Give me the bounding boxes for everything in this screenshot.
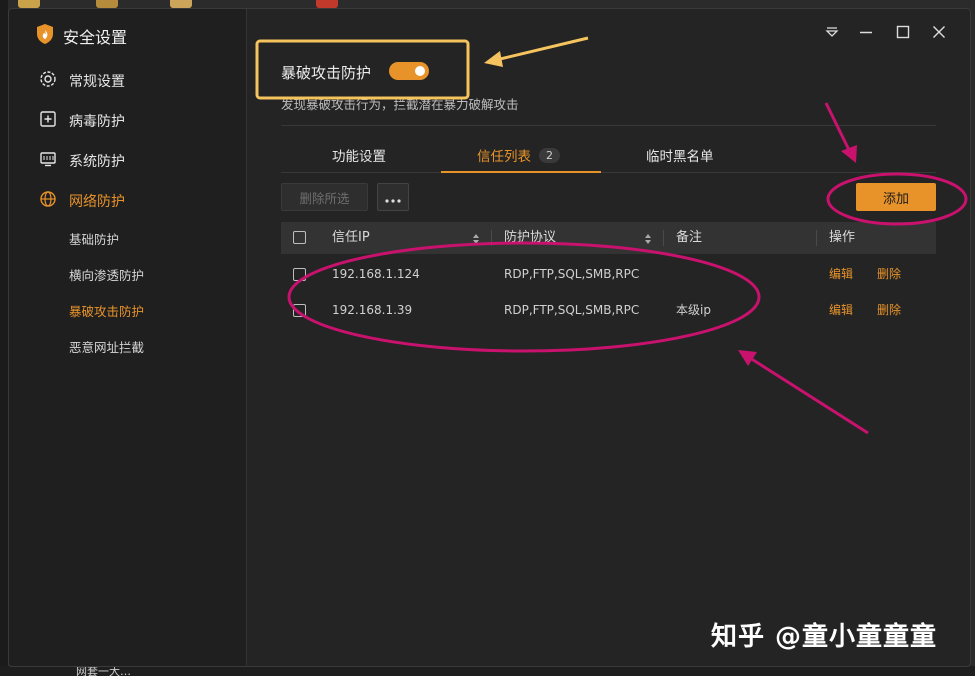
sidebar-subitem-basic[interactable]: 基础防护 [69,229,119,248]
column-header-note: 备注 [676,230,703,245]
sidebar-item-label: 系统防护 [69,154,125,170]
more-options-button[interactable] [377,183,409,211]
brand: 安全设置 [35,23,127,49]
column-separator [663,230,664,246]
desktop-icon-thumb [96,0,118,8]
sidebar-item-network[interactable]: 网络防护 [39,190,125,212]
column-separator [816,230,817,246]
close-icon[interactable] [930,23,948,41]
sort-icon[interactable] [644,231,652,245]
ellipsis-icon [385,188,401,207]
edit-link[interactable]: 编辑 [829,292,853,328]
column-header-protocol: 防护协议 [504,230,557,245]
sidebar-item-general[interactable]: 常规设置 [39,70,125,92]
sidebar-item-virus[interactable]: 病毒防护 [39,110,125,132]
cell-protocols: RDP,FTP,SQL,SMB,RPC [504,303,640,317]
section-divider [281,125,936,126]
tab-temp-blacklist[interactable]: 临时黑名单 [646,145,714,165]
delete-selected-button[interactable]: 删除所选 [281,183,368,211]
toggle-knob [415,66,425,76]
sidebar: 安全设置 常规设置 病毒防护 系统防护 网络防护 基础防护 横向渗透防护 暴破攻… [9,9,247,666]
security-settings-window: 安全设置 常规设置 病毒防护 系统防护 网络防护 基础防护 横向渗透防护 暴破攻… [8,8,971,667]
cell-protocols: RDP,FTP,SQL,SMB,RPC [504,267,640,281]
select-all-checkbox[interactable] [293,231,306,244]
cell-ip: 192.168.1.124 [332,267,420,281]
watermark: 知乎 @童小童童童 [711,622,938,652]
plus-square-icon [39,110,57,132]
system-monitor-icon [39,150,57,172]
add-button[interactable]: 添加 [856,183,936,211]
table-row: 192.168.1.39 RDP,FTP,SQL,SMB,RPC 本级ip 编辑… [281,292,936,328]
sort-icon[interactable] [472,231,480,245]
tab-label: 信任列表 [477,149,531,165]
tab-count-badge: 2 [539,147,560,163]
column-header-action: 操作 [829,230,856,245]
feature-description: 发现暴破攻击行为，拦截潜在暴力破解攻击 [281,97,519,112]
sidebar-subitem-bruteforce[interactable]: 暴破攻击防护 [69,301,144,320]
table-row: 192.168.1.124 RDP,FTP,SQL,SMB,RPC 编辑 删除 [281,256,936,292]
globe-icon [39,190,57,212]
tab-label: 功能设置 [332,149,386,165]
cell-ip: 192.168.1.39 [332,303,413,317]
app-title: 安全设置 [63,28,128,47]
tab-label: 临时黑名单 [646,149,714,165]
sidebar-item-label: 病毒防护 [69,114,125,130]
desktop-taskbar-strip [0,666,975,676]
main-panel: 暴破攻击防护 发现暴破攻击行为，拦截潜在暴力破解攻击 功能设置 信任列表 2 临… [248,9,970,666]
column-separator [491,230,492,246]
row-checkbox[interactable] [293,304,306,317]
table-header: 信任IP 防护协议 备注 操作 [281,222,936,254]
cell-note: 本级ip [676,303,711,317]
tab-bar-line [281,172,936,173]
sidebar-item-label: 网络防护 [69,194,125,210]
sidebar-subitem-malicious-url[interactable]: 恶意网址拦截 [69,337,144,356]
sidebar-item-system[interactable]: 系统防护 [39,150,125,172]
desktop-icon-thumb [170,0,192,8]
active-tab-indicator [441,171,601,173]
column-header-ip: 信任IP [332,230,370,245]
feature-toggle[interactable] [389,62,429,80]
maximize-icon[interactable] [894,23,912,41]
desktop-edge [0,0,8,676]
minimize-icon[interactable] [857,23,875,41]
sidebar-item-label: 常规设置 [69,74,125,90]
delete-link[interactable]: 删除 [877,256,901,292]
tab-function-settings[interactable]: 功能设置 [332,145,386,165]
row-checkbox[interactable] [293,268,306,281]
shield-flame-logo-icon [35,23,55,49]
menu-dropdown-icon[interactable] [823,23,841,41]
tab-trust-list[interactable]: 信任列表 2 [477,145,560,165]
desktop-icon-thumb [18,0,40,8]
gear-icon [39,70,57,92]
feature-title: 暴破攻击防护 [281,64,372,82]
sidebar-subitem-lateral[interactable]: 横向渗透防护 [69,265,144,284]
edit-link[interactable]: 编辑 [829,256,853,292]
delete-link[interactable]: 删除 [877,292,901,328]
desktop-icon-thumb [316,0,338,8]
